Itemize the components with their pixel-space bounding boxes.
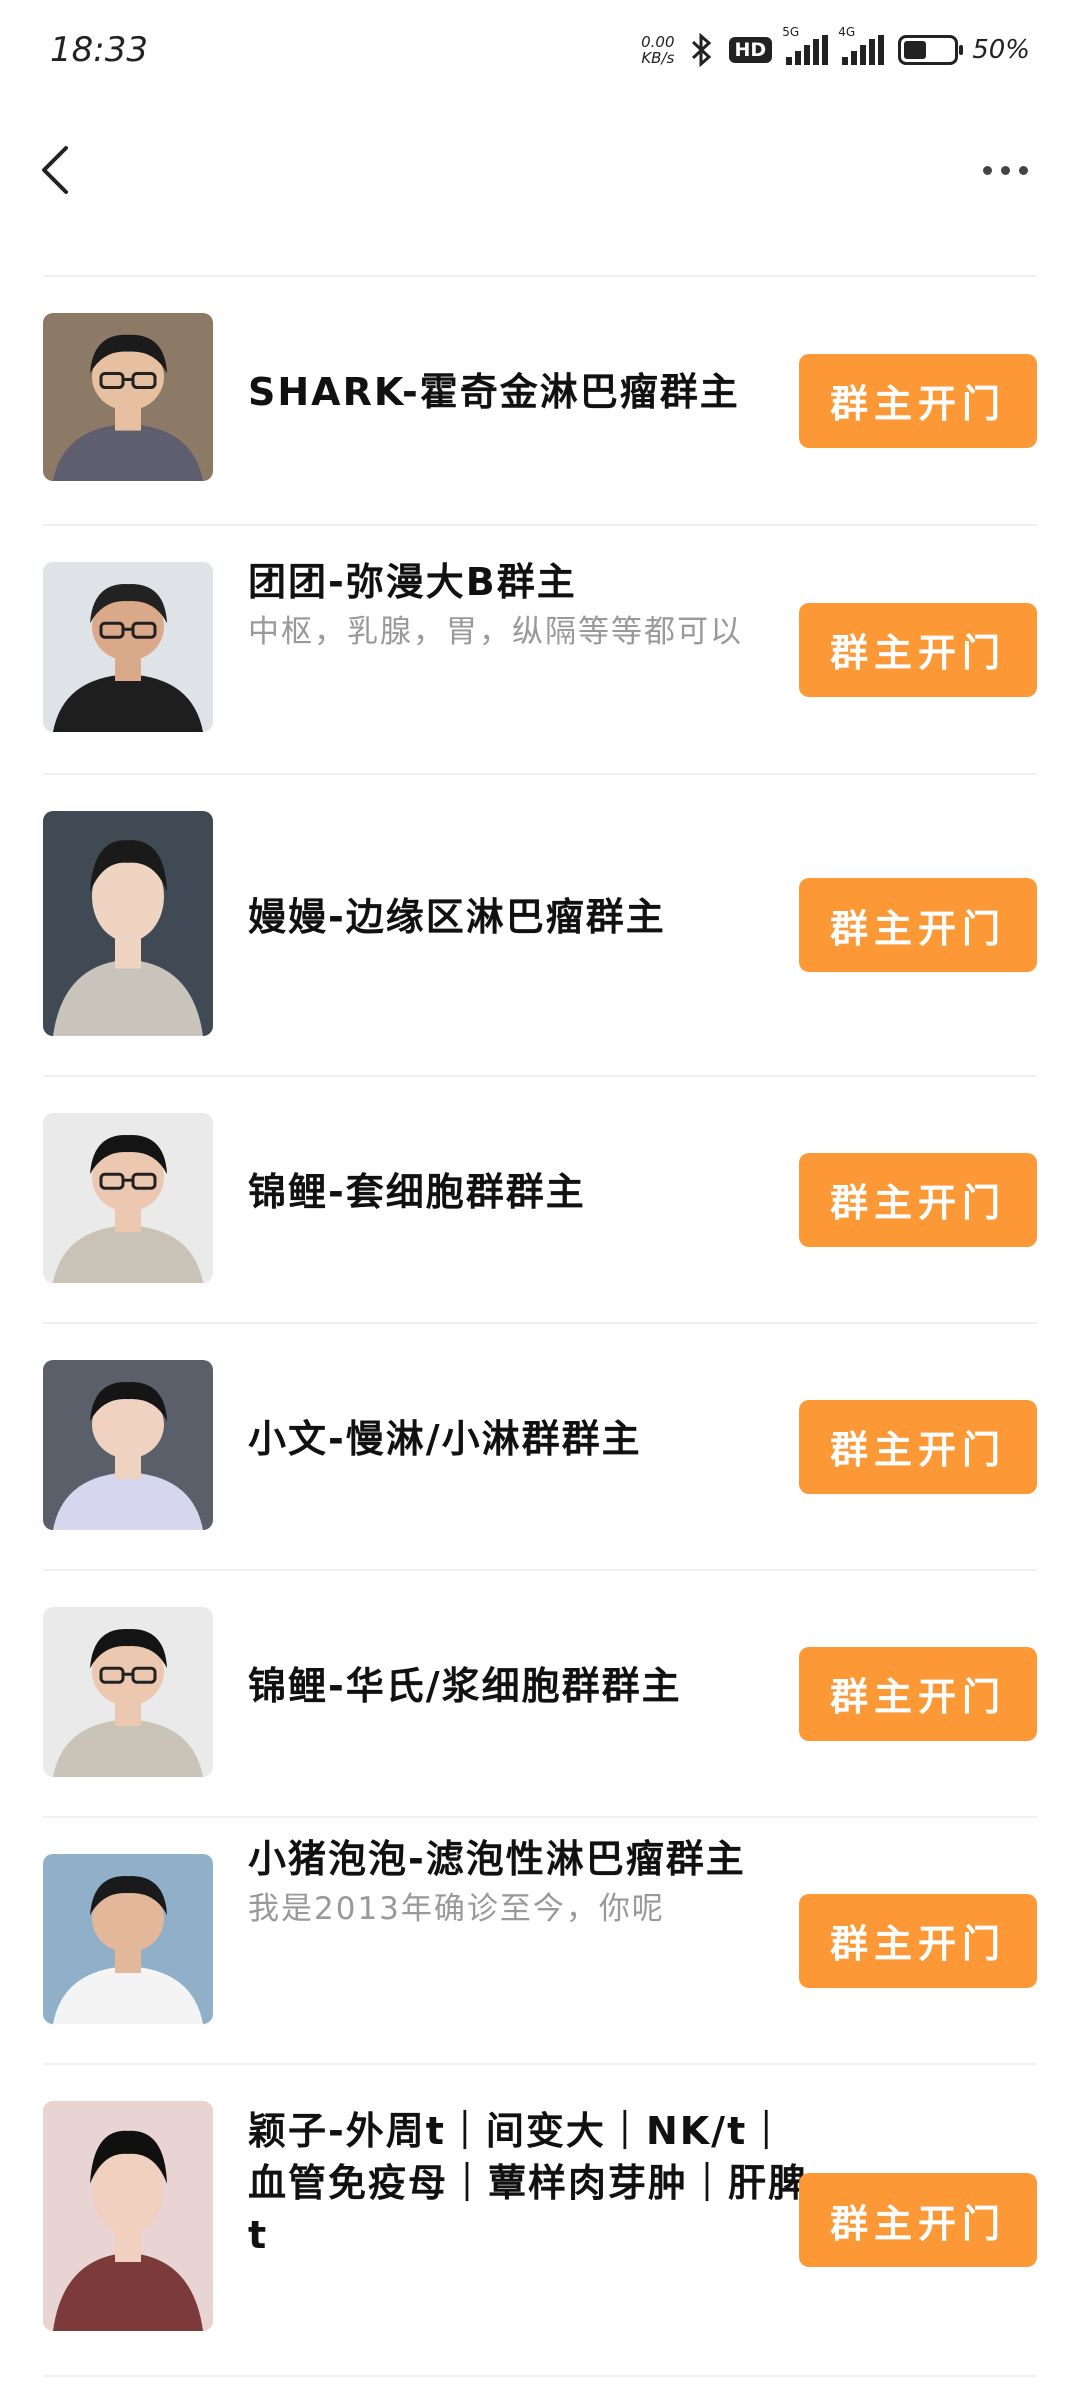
status-time: 18:33	[50, 30, 148, 70]
more-dots-icon	[982, 165, 992, 175]
owner-description: 我是2013年确诊至今，你呢	[248, 1891, 665, 1927]
open-group-button[interactable]: 群主开门	[799, 353, 1037, 448]
avatar-photo	[43, 1854, 213, 2024]
group-owner-list: SHARK-霍奇金淋巴瘤群主 群主开门 团团-弥漫大B群主 中枢，乳腺，胃，纵隔等等…	[0, 277, 1080, 2377]
owner-name: SHARK-霍奇金淋巴瘤群主	[248, 370, 740, 414]
owner-name: 小文-慢淋/小淋群群主	[248, 1417, 642, 1461]
owner-info: 小猪泡泡-滤泡性淋巴瘤群主我是2013年确诊至今，你呢	[248, 1833, 813, 1931]
owner-name: 锦鲤-华氏/浆细胞群群主	[248, 1664, 682, 1708]
status-bar: 18:33 0.00 KB/s HD 5G 4G 50%	[0, 0, 1080, 100]
owner-info: 锦鲤-套细胞群群主	[248, 1166, 813, 1218]
avatar[interactable]	[43, 1113, 213, 1283]
battery-icon	[898, 35, 964, 65]
avatar[interactable]	[43, 313, 213, 481]
owner-name: 颖子-外周t｜间变大｜NK/t｜血管免疫母｜蕈样肉芽肿｜肝脾t	[248, 2109, 809, 2257]
owner-info: 颖子-外周t｜间变大｜NK/t｜血管免疫母｜蕈样肉芽肿｜肝脾t	[248, 2105, 813, 2261]
avatar-photo	[43, 1113, 213, 1283]
net-speed: 0.00 KB/s	[641, 33, 675, 67]
signal-5g-icon: 5G	[782, 25, 829, 65]
list-item: 小文-慢淋/小淋群群主 群主开门	[43, 1324, 1037, 1571]
list-item: 锦鲤-华氏/浆细胞群群主 群主开门	[43, 1571, 1037, 1818]
open-group-button[interactable]: 群主开门	[799, 878, 1037, 972]
avatar-photo	[43, 562, 213, 732]
owner-info: 嫚嫚-边缘区淋巴瘤群主	[248, 891, 813, 943]
open-group-button[interactable]: 群主开门	[799, 1893, 1037, 1988]
open-group-button[interactable]: 群主开门	[799, 602, 1037, 697]
avatar-photo	[43, 811, 213, 1036]
avatar-photo	[43, 1360, 213, 1530]
status-icons: 0.00 KB/s HD 5G 4G 50%	[641, 25, 1030, 72]
owner-info: 团团-弥漫大B群主中枢，乳腺，胃，纵隔等等都可以	[248, 556, 813, 654]
owner-name: 团团-弥漫大B群主	[248, 560, 577, 604]
open-group-button[interactable]: 群主开门	[799, 1152, 1037, 1247]
owner-name: 小猪泡泡-滤泡性淋巴瘤群主	[248, 1837, 746, 1881]
bluetooth-icon	[691, 33, 711, 67]
list-item: SHARK-霍奇金淋巴瘤群主 群主开门	[43, 277, 1037, 526]
avatar[interactable]	[43, 2101, 213, 2331]
list-item: 嫚嫚-边缘区淋巴瘤群主 群主开门	[43, 775, 1037, 1077]
list-item: 锦鲤-套细胞群群主 群主开门	[43, 1077, 1037, 1324]
list-item: 颖子-外周t｜间变大｜NK/t｜血管免疫母｜蕈样肉芽肿｜肝脾t 群主开门	[43, 2065, 1037, 2377]
open-group-button[interactable]: 群主开门	[799, 2173, 1037, 2267]
signal-4g-icon: 4G	[838, 25, 885, 65]
owner-description: 中枢，乳腺，胃，纵隔等等都可以	[248, 614, 743, 650]
list-item: 小猪泡泡-滤泡性淋巴瘤群主 我是2013年确诊至今，你呢 群主开门	[43, 1818, 1037, 2065]
open-group-button[interactable]: 群主开门	[799, 1399, 1037, 1494]
avatar[interactable]	[43, 562, 213, 732]
chevron-left-icon	[42, 146, 68, 194]
owner-name: 锦鲤-套细胞群群主	[248, 1170, 586, 1214]
back-button[interactable]	[28, 130, 88, 210]
owner-name: 嫚嫚-边缘区淋巴瘤群主	[248, 895, 666, 939]
avatar[interactable]	[43, 1607, 213, 1777]
avatar-photo	[43, 2101, 213, 2331]
owner-info: 小文-慢淋/小淋群群主	[248, 1413, 813, 1465]
avatar[interactable]	[43, 811, 213, 1036]
more-button[interactable]	[970, 145, 1040, 195]
battery-percent: 50%	[972, 35, 1030, 65]
hd-badge: HD	[728, 37, 773, 63]
open-group-button[interactable]: 群主开门	[799, 1646, 1037, 1741]
owner-info: SHARK-霍奇金淋巴瘤群主	[248, 366, 813, 418]
avatar-photo	[43, 313, 213, 481]
list-item: 团团-弥漫大B群主 中枢，乳腺，胃，纵隔等等都可以 群主开门	[43, 526, 1037, 775]
avatar[interactable]	[43, 1854, 213, 2024]
avatar[interactable]	[43, 1360, 213, 1530]
avatar-photo	[43, 1607, 213, 1777]
owner-info: 锦鲤-华氏/浆细胞群群主	[248, 1660, 813, 1712]
